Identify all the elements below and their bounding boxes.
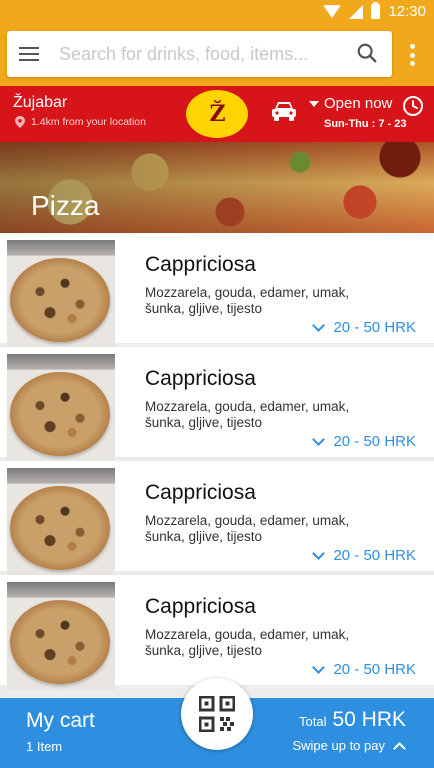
opening-hours: Sun-Thu : 7 - 23 — [324, 118, 407, 130]
clock-icon[interactable] — [402, 95, 424, 117]
shop-logo[interactable]: Ž — [184, 88, 250, 140]
category-banner: Pizza — [0, 142, 434, 233]
cart-title: My cart — [26, 709, 95, 732]
total-label: Total — [299, 714, 327, 729]
item-image — [7, 468, 115, 576]
item-name: Cappriciosa — [145, 595, 256, 618]
item-image — [7, 240, 115, 348]
item-price-toggle[interactable]: 20 - 50 HRK — [312, 319, 416, 336]
battery-icon — [371, 2, 381, 19]
item-price: 20 - 50 HRK — [333, 319, 416, 336]
item-image — [7, 582, 115, 690]
wifi-icon — [323, 5, 342, 18]
chevron-up-icon — [393, 742, 406, 755]
item-image — [7, 354, 115, 462]
app-bar — [0, 24, 434, 86]
item-price-toggle[interactable]: 20 - 50 HRK — [312, 547, 416, 564]
cart-total: Total 50 HRK — [299, 708, 406, 732]
cart-item-count: 1 Item — [26, 739, 63, 754]
caret-down-icon — [309, 100, 319, 107]
signal-icon — [349, 4, 364, 19]
total-value: 50 HRK — [332, 708, 406, 731]
qr-code-icon — [199, 696, 235, 732]
item-description: Mozzarela, gouda, edamer, umak, šunka, g… — [145, 513, 350, 544]
qr-button[interactable] — [181, 678, 253, 750]
swipe-hint: Swipe up to pay — [292, 738, 385, 753]
item-description: Mozzarela, gouda, edamer, umak, šunka, g… — [145, 399, 350, 430]
location-pin-icon — [15, 116, 25, 128]
item-description: Mozzarela, gouda, edamer, umak, šunka, g… — [145, 627, 350, 658]
item-price: 20 - 50 HRK — [333, 661, 416, 678]
swipe-to-pay[interactable]: Swipe up to pay — [292, 738, 406, 755]
shop-bar: Žujabar 1.4km from your location Ž Open … — [0, 86, 434, 142]
open-status: Open now — [324, 95, 393, 112]
menu-item-card[interactable]: Cappriciosa Mozzarela, gouda, edamer, um… — [0, 347, 434, 462]
more-vert-icon[interactable] — [410, 44, 416, 66]
search-input[interactable] — [59, 39, 329, 69]
chevron-down-icon — [312, 547, 326, 560]
item-name: Cappriciosa — [145, 481, 256, 504]
item-description: Mozzarela, gouda, edamer, umak, šunka, g… — [145, 285, 350, 316]
chevron-down-icon — [312, 319, 326, 332]
chevron-down-icon — [312, 433, 326, 446]
status-icons: 12:30 — [323, 2, 426, 20]
status-bar: 12:30 — [0, 0, 434, 24]
chevron-down-icon — [312, 661, 326, 674]
category-title: Pizza — [31, 190, 100, 221]
menu-item-card[interactable]: Cappriciosa Mozzarela, gouda, edamer, um… — [0, 575, 434, 690]
menu-icon[interactable] — [19, 47, 39, 61]
car-icon[interactable] — [270, 99, 298, 123]
shop-distance: 1.4km from your location — [31, 116, 146, 128]
item-name: Cappriciosa — [145, 253, 256, 276]
item-name: Cappriciosa — [145, 367, 256, 390]
shop-location: 1.4km from your location — [15, 116, 146, 128]
item-price: 20 - 50 HRK — [333, 433, 416, 450]
search-icon[interactable] — [356, 42, 378, 64]
status-time: 12:30 — [388, 3, 426, 20]
open-status-dropdown[interactable]: Open now — [309, 95, 392, 112]
menu-item-card[interactable]: Cappriciosa Mozzarela, gouda, edamer, um… — [0, 233, 434, 348]
logo-mark: Ž — [209, 101, 225, 127]
shop-name[interactable]: Žujabar — [13, 94, 67, 112]
item-price: 20 - 50 HRK — [333, 547, 416, 564]
menu-item-card[interactable]: Cappriciosa Mozzarela, gouda, edamer, um… — [0, 461, 434, 576]
item-price-toggle[interactable]: 20 - 50 HRK — [312, 661, 416, 678]
search-box — [7, 31, 392, 77]
item-price-toggle[interactable]: 20 - 50 HRK — [312, 433, 416, 450]
